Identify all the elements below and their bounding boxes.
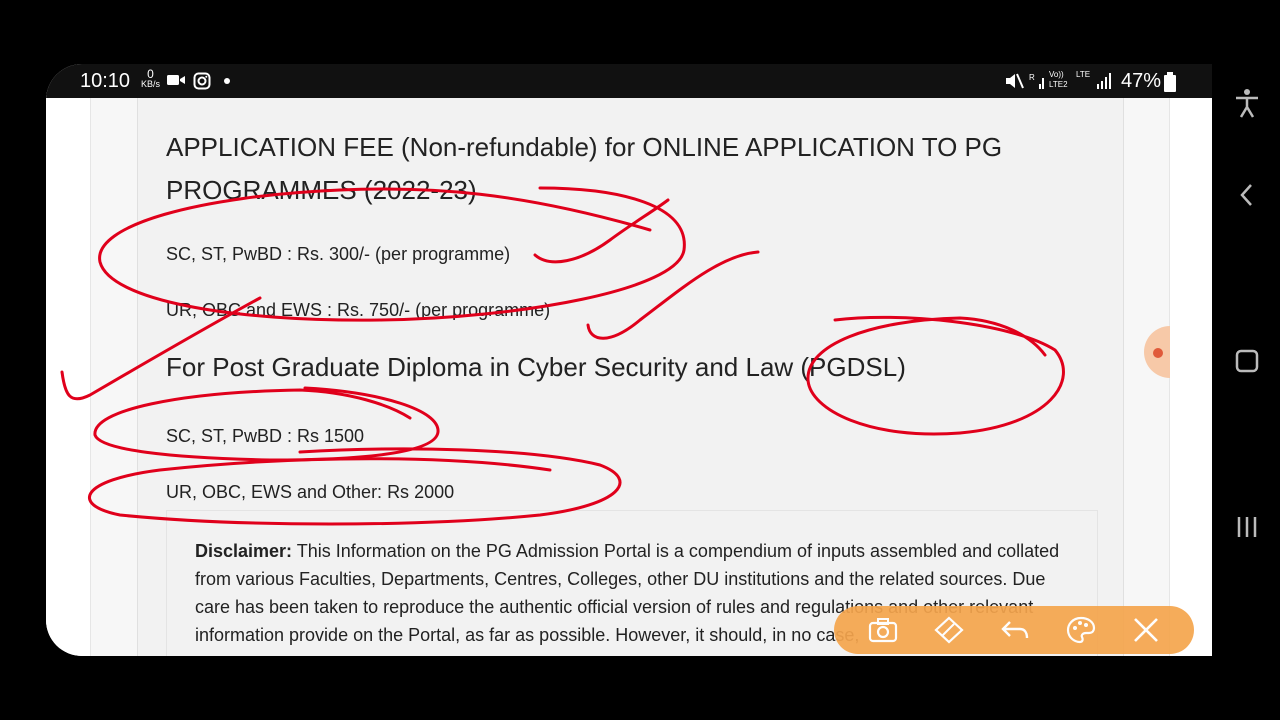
mute-icon — [1006, 73, 1024, 89]
fee-sc-st-line: SC, ST, PwBD : Rs. 300/- (per programme) — [166, 244, 511, 264]
home-square-icon[interactable] — [1234, 348, 1260, 374]
recent-apps-icon[interactable] — [1234, 514, 1260, 540]
network-lte-label: Vo)) LTE2 — [1049, 70, 1068, 89]
navigation-bar — [1212, 64, 1280, 656]
camera-icon[interactable] — [868, 616, 898, 644]
screen-recorder-toolbar — [834, 606, 1194, 654]
page-container: APPLICATION FEE (Non-refundable) for ONL… — [90, 98, 1170, 656]
status-bar: 10:10 0 KB/s R Vo)) LTE2 LTE 47% — [46, 64, 1212, 98]
close-icon[interactable] — [1132, 616, 1160, 644]
fee-heading: APPLICATION FEE (Non-refundable) for ONL… — [166, 132, 1003, 205]
battery-icon — [1164, 72, 1176, 92]
notification-dot-icon — [224, 78, 230, 84]
disclaimer-label: Disclaimer: — [195, 541, 293, 561]
eraser-icon[interactable] — [934, 616, 964, 644]
web-page: APPLICATION FEE (Non-refundable) for ONL… — [46, 98, 1212, 656]
instagram-icon — [193, 72, 211, 90]
status-time: 10:10 — [80, 70, 131, 92]
signal-bars-icon — [1097, 73, 1111, 89]
undo-icon[interactable] — [1000, 616, 1030, 644]
network-lte-right-label: LTE — [1076, 70, 1091, 79]
network-speed-unit: KB/s — [141, 79, 161, 89]
accessibility-icon[interactable] — [1234, 88, 1260, 118]
pgdsl-heading: For Post Graduate Diploma in Cyber Secur… — [166, 352, 906, 382]
video-camera-icon — [167, 75, 185, 85]
network-speed: 0 KB/s — [141, 68, 160, 89]
pgdsl-sc-st-line: SC, ST, PwBD : Rs 1500 — [166, 426, 365, 446]
record-dot-icon — [1153, 348, 1163, 358]
svg-text:R: R — [1029, 73, 1035, 82]
fee-ur-obc-line: UR, OBC and EWS : Rs. 750/- (per program… — [166, 300, 551, 320]
signal-r-icon: R — [1029, 73, 1044, 89]
palette-icon[interactable] — [1066, 616, 1096, 644]
back-chevron-icon[interactable] — [1234, 182, 1260, 208]
phone-screen: 10:10 0 KB/s R Vo)) LTE2 LTE 47% APPLICA… — [46, 64, 1212, 656]
fee-info-card: APPLICATION FEE (Non-refundable) for ONL… — [137, 98, 1124, 656]
battery-percent: 47% — [1121, 70, 1162, 92]
pgdsl-ur-obc-line: UR, OBC, EWS and Other: Rs 2000 — [166, 482, 455, 502]
